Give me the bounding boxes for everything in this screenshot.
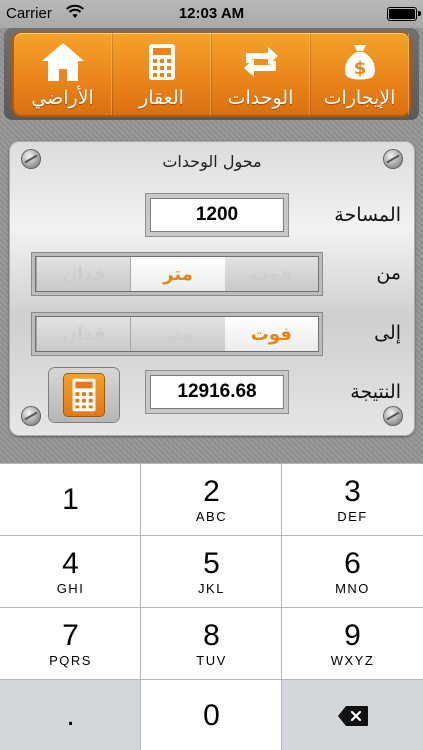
- key-6[interactable]: 6 MNO: [282, 536, 423, 607]
- nav-label-property: العقار: [139, 87, 184, 109]
- to-option-feet[interactable]: فوت: [224, 317, 318, 351]
- key-letters: ABC: [195, 508, 228, 524]
- nav-item-units[interactable]: الوحدات: [211, 33, 310, 115]
- key-digit: 3: [344, 474, 361, 508]
- key-digit: 1: [62, 482, 79, 516]
- key-letters: JKL: [198, 580, 225, 596]
- key-4[interactable]: 4 GHI: [0, 536, 141, 607]
- status-bar: Carrier 12:03 AM: [0, 0, 423, 28]
- status-time: 12:03 AM: [178, 5, 245, 22]
- key-0[interactable]: 0: [141, 680, 282, 750]
- calculator-icon: [148, 44, 175, 80]
- key-letters: WXYZ: [330, 652, 375, 668]
- home-icon: [41, 43, 84, 81]
- to-label: إلى: [374, 322, 401, 344]
- nav-label-rentals: الإيجارات: [323, 87, 396, 109]
- from-option-feddan[interactable]: فدان: [36, 257, 131, 291]
- key-2[interactable]: 2 ABC: [141, 464, 282, 535]
- result-value: 12916.68: [150, 375, 284, 409]
- nav-item-property[interactable]: العقار: [112, 33, 211, 115]
- screw-bottom-right: [383, 406, 403, 426]
- key-7[interactable]: 7 PQRS: [0, 608, 141, 679]
- backspace-icon: [337, 705, 368, 726]
- key-9[interactable]: 9 WXYZ: [282, 608, 423, 679]
- key-digit: 2: [203, 474, 220, 508]
- calculate-button[interactable]: [49, 368, 119, 422]
- area-label: المساحة: [334, 204, 401, 226]
- from-option-feet[interactable]: فوت: [224, 257, 318, 291]
- keypad-divider: [0, 607, 423, 608]
- key-digit: 9: [344, 618, 361, 652]
- key-digit: 0: [203, 698, 220, 732]
- to-unit-selector: فوت متر فدان: [35, 316, 319, 352]
- calculator-icon: [63, 373, 105, 417]
- key-digit: 5: [203, 546, 220, 580]
- key-digit: 4: [62, 546, 79, 580]
- area-input[interactable]: 1200: [150, 198, 284, 232]
- key-letters: TUV: [196, 652, 227, 668]
- unit-converter-panel: محول الوحدات المساحة 1200 من فوت متر فدا…: [9, 141, 415, 436]
- key-1[interactable]: 1: [0, 464, 141, 535]
- keypad-divider: [281, 464, 282, 750]
- from-option-meter[interactable]: متر: [130, 257, 225, 291]
- result-label: النتيجة: [350, 381, 401, 403]
- key-digit: .: [66, 698, 75, 732]
- nav-item-lands[interactable]: الأراضي: [14, 33, 112, 115]
- money-bag-icon: $: [344, 45, 375, 80]
- key-digit: 8: [203, 618, 220, 652]
- key-5[interactable]: 5 JKL: [141, 536, 282, 607]
- keypad-divider: [140, 464, 141, 750]
- key-letters: PQRS: [49, 652, 92, 668]
- key-letters: DEF: [337, 508, 368, 524]
- nav-item-rentals[interactable]: $ الإيجارات: [310, 33, 409, 115]
- key-decimal[interactable]: .: [0, 680, 141, 750]
- to-option-feddan[interactable]: فدان: [36, 317, 131, 351]
- from-label: من: [376, 262, 401, 284]
- from-unit-selector: فوت متر فدان: [35, 256, 319, 292]
- svg-text:$: $: [353, 58, 366, 79]
- key-3[interactable]: 3 DEF: [282, 464, 423, 535]
- nav-label-lands: الأراضي: [31, 87, 94, 109]
- key-8[interactable]: 8 TUV: [141, 608, 282, 679]
- keypad-divider: [0, 535, 423, 536]
- nav-label-units: الوحدات: [227, 87, 294, 109]
- key-digit: 6: [344, 546, 361, 580]
- to-option-meter[interactable]: متر: [130, 317, 225, 351]
- key-letters: GHI: [56, 580, 85, 596]
- convert-arrows-icon: [243, 47, 278, 77]
- screw-bottom-left: [21, 406, 41, 426]
- top-nav: $ الإيجارات الوحدات العقار الأراضي: [12, 31, 411, 117]
- battery-icon: [387, 7, 421, 21]
- panel-title: محول الوحدات: [162, 152, 262, 171]
- key-backspace[interactable]: [282, 680, 423, 750]
- number-keypad: 1 2 ABC 3 DEF 4 GHI 5 JKL 6 MNO 7 PQRS 8…: [0, 463, 423, 750]
- top-nav-frame: $ الإيجارات الوحدات العقار الأراضي: [4, 28, 419, 120]
- key-digit: 7: [62, 618, 79, 652]
- keypad-divider: [0, 679, 423, 680]
- key-letters: MNO: [335, 580, 370, 596]
